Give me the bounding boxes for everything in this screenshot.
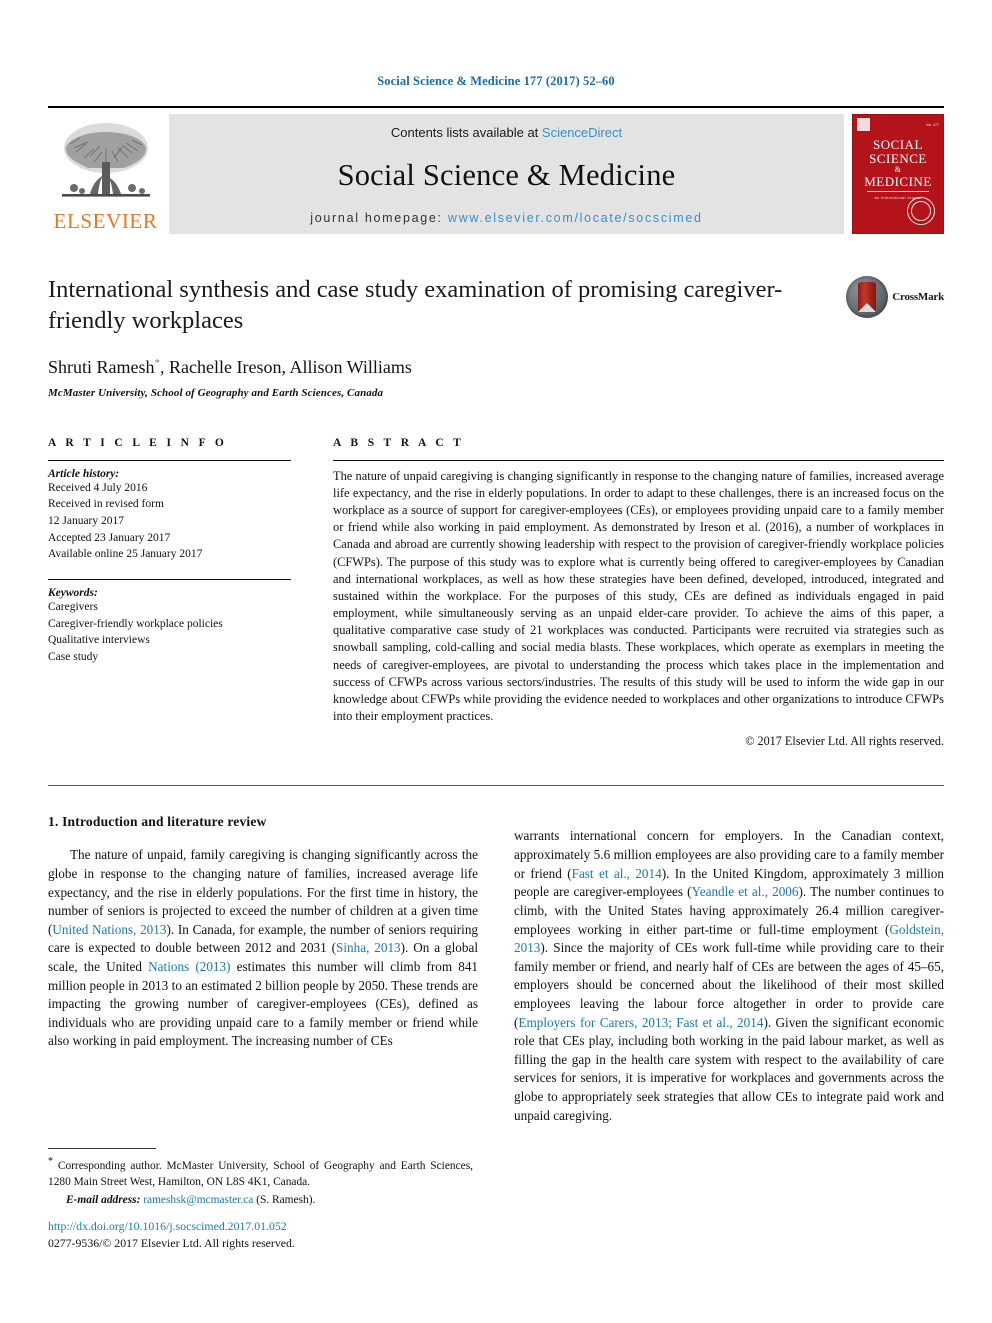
citation-link[interactable]: Yeandle et al., 2006 — [692, 884, 799, 899]
keywords-list: Caregivers Caregiver-friendly workplace p… — [48, 599, 291, 666]
article-info-rule-mid — [48, 579, 291, 581]
citation-link[interactable]: Fast et al., 2014 — [572, 866, 662, 881]
homepage-prefix: journal homepage: — [310, 211, 448, 225]
contents-prefix: Contents lists available at — [390, 125, 542, 140]
article-history-item: Accepted 23 January 2017 — [48, 531, 171, 544]
author-name: Allison Williams — [289, 356, 412, 377]
contents-available-line: Contents lists available at ScienceDirec… — [391, 125, 622, 140]
authors: Shruti Ramesh*, Rachelle Ireson, Allison… — [48, 356, 412, 377]
journal-article-page: Social Science & Medicine 177 (2017) 52–… — [0, 0, 992, 1323]
corresponding-author-note: * Corresponding author. McMaster Univers… — [48, 1155, 473, 1190]
email-label: E-mail address: — [66, 1194, 141, 1207]
body-columns: 1. Introduction and literature review Th… — [48, 814, 944, 1138]
cover-issue-label: Vol. 177 — [926, 122, 939, 127]
section-heading: 1. Introduction and literature review — [48, 814, 267, 830]
crossmark-badge-group[interactable]: CrossMark — [846, 276, 944, 318]
cover-elsevier-mark-icon — [857, 118, 870, 131]
citation-link[interactable]: United Nations, 2013 — [52, 922, 166, 937]
article-history-item: Available online 25 January 2017 — [48, 548, 203, 561]
article-info-rule-top — [48, 459, 291, 461]
article-info-column: A R T I C L E I N F O Article history: R… — [48, 437, 291, 750]
abstract-column: A B S T R A C T The nature of unpaid car… — [333, 437, 944, 750]
keyword-item: Case study — [48, 651, 99, 664]
elsevier-tree-icon — [61, 123, 150, 197]
issn-copyright-line: 0277-9536/© 2017 Elsevier Ltd. All right… — [48, 1236, 295, 1251]
running-head: Social Science & Medicine 177 (2017) 52–… — [377, 74, 615, 88]
abstract-label: A B S T R A C T — [333, 436, 465, 449]
article-history-item: 12 January 2017 — [48, 515, 125, 528]
journal-header-band: Contents lists available at ScienceDirec… — [169, 114, 844, 234]
article-history-label: Article history: — [48, 467, 120, 480]
abstract-copyright: © 2017 Elsevier Ltd. All rights reserved… — [745, 734, 944, 749]
cover-seal-icon — [907, 197, 935, 225]
email-note: E-mail address: rameshsk@mcmaster.ca (S.… — [48, 1194, 473, 1206]
email-link[interactable]: rameshsk@mcmaster.ca — [143, 1194, 253, 1206]
cover-topbar: Vol. 177 — [853, 115, 943, 132]
footnote-zone: * Corresponding author. McMaster Univers… — [48, 1148, 473, 1206]
title-block: International synthesis and case study e… — [48, 274, 944, 399]
author-name: Shruti Ramesh — [48, 356, 155, 377]
document-footer: http://dx.doi.org/10.1016/j.socscimed.20… — [48, 1218, 548, 1252]
citation-link[interactable]: Employers for Carers, 2013; Fast et al.,… — [518, 1015, 763, 1030]
journal-homepage-line: journal homepage: www.elsevier.com/locat… — [310, 211, 702, 225]
affiliation: McMaster University, School of Geography… — [48, 386, 384, 399]
section-divider — [48, 785, 944, 787]
info-abstract-row: A R T I C L E I N F O Article history: R… — [48, 437, 944, 750]
keywords-label: Keywords: — [48, 587, 98, 600]
citation-link[interactable]: Goldstein, 2013 — [514, 922, 944, 956]
journal-name: Social Science & Medicine — [337, 158, 676, 192]
citation-link[interactable]: Nations (2013) — [148, 959, 230, 974]
author-name: Rachelle Ireson — [169, 356, 282, 377]
elsevier-wordmark: ELSEVIER — [53, 209, 158, 233]
abstract-rule — [333, 459, 944, 461]
cover-title: SOCIAL SCIENCE & MEDICINE — [864, 137, 932, 189]
elsevier-logo: ELSEVIER — [48, 114, 163, 234]
footnote-rule — [48, 1148, 156, 1149]
author-list: Shruti Ramesh*, Rachelle Ireson, Allison… — [48, 357, 944, 378]
keyword-item: Qualitative interviews — [48, 634, 150, 647]
crossmark-label: CrossMark — [892, 291, 944, 303]
article-history-item: Received in revised form — [48, 498, 164, 511]
cover-title-line4: MEDICINE — [864, 173, 932, 189]
email-owner: (S. Ramesh). — [256, 1194, 316, 1207]
keyword-item: Caregivers — [48, 601, 98, 614]
doi-link[interactable]: http://dx.doi.org/10.1016/j.socscimed.20… — [48, 1218, 548, 1235]
article-info-label: A R T I C L E I N F O — [48, 436, 228, 449]
paragraph: warrants international concern for emplo… — [514, 828, 944, 1123]
sciencedirect-link[interactable]: ScienceDirect — [542, 125, 622, 140]
citation-link[interactable]: Sinha, 2013 — [336, 940, 401, 955]
journal-homepage-link[interactable]: www.elsevier.com/locate/socscimed — [448, 211, 703, 225]
paragraph: The nature of unpaid, family caregiving … — [48, 847, 479, 1049]
journal-cover-thumbnail[interactable]: Vol. 177 SOCIAL SCIENCE & MEDICINE An In… — [852, 114, 944, 234]
crossmark-icon — [846, 276, 889, 318]
keyword-item: Caregiver-friendly workplace policies — [48, 617, 223, 630]
article-history-item: Received 4 July 2016 — [48, 481, 148, 494]
page-title: International synthesis and case study e… — [48, 276, 783, 335]
cover-title-line1: SOCIAL — [873, 137, 923, 152]
corresponding-author-marker: * — [154, 356, 161, 369]
cover-title-line2: SCIENCE — [869, 151, 927, 167]
article-history-list: Received 4 July 2016 Received in revised … — [48, 480, 291, 563]
corresponding-text: Corresponding author. McMaster Universit… — [48, 1159, 473, 1188]
journal-header: ELSEVIER Contents lists available at Sci… — [48, 106, 944, 234]
abstract-text: The nature of unpaid caregiving is chang… — [333, 468, 944, 724]
body-column-left: 1. Introduction and literature review Th… — [48, 814, 478, 1138]
cover-divider — [867, 190, 929, 192]
body-column-right: warrants international concern for emplo… — [514, 814, 944, 1138]
